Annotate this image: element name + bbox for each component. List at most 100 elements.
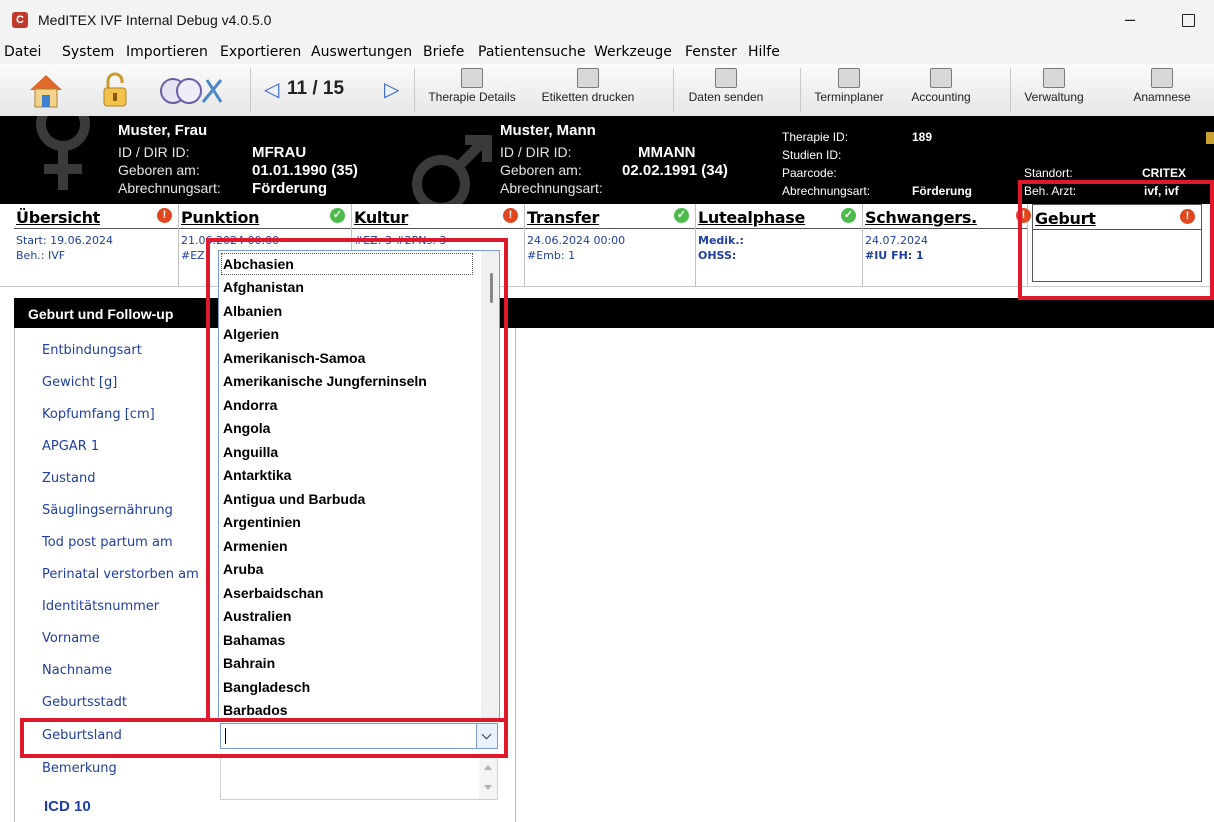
calendar-icon xyxy=(838,68,860,88)
tab-geburt[interactable]: Geburt ! xyxy=(1032,204,1202,282)
menu-bar: Datei System Importieren Exportieren Aus… xyxy=(0,40,1214,64)
menu-werkzeuge[interactable]: Werkzeuge xyxy=(594,44,672,60)
geburtsland-combobox[interactable] xyxy=(220,723,498,749)
tab-detail: #EZ xyxy=(181,249,205,262)
bemerkung-textarea[interactable] xyxy=(220,756,498,800)
menu-auswertungen[interactable]: Auswertungen xyxy=(311,44,412,60)
tab-title: Geburt xyxy=(1035,209,1096,228)
doctor: ivf, ivf xyxy=(1144,184,1179,198)
list-item[interactable]: Angola xyxy=(223,420,270,436)
list-item[interactable]: Bahamas xyxy=(223,632,285,648)
next-page-button[interactable]: ▷ xyxy=(384,77,399,102)
therapie-details-button[interactable]: Therapie Details xyxy=(420,66,524,114)
list-item[interactable]: Albanien xyxy=(223,303,282,319)
list-item[interactable]: Andorra xyxy=(223,397,277,413)
menu-importieren[interactable]: Importieren xyxy=(126,44,208,60)
tab-divider xyxy=(14,228,178,229)
error-status-icon: ! xyxy=(157,208,172,223)
anamnese-button[interactable]: Anamnese xyxy=(1124,66,1200,114)
tab-divider xyxy=(863,228,1027,229)
menu-datei[interactable]: Datei xyxy=(4,44,41,60)
tab-detail: Start: 19.06.2024 xyxy=(16,234,114,247)
list-item[interactable]: Armenien xyxy=(223,538,288,554)
ok-status-icon: ✓ xyxy=(674,208,689,223)
daten-senden-button[interactable]: Daten senden xyxy=(678,66,774,114)
list-item[interactable]: Abchasien xyxy=(223,256,294,272)
page-indicator: 11 / 15 xyxy=(287,78,345,99)
female-symbol-icon xyxy=(36,116,90,190)
lock-open-icon[interactable] xyxy=(100,70,130,110)
minimize-button[interactable]: – xyxy=(1118,8,1142,32)
field-label-geburtsstadt: Geburtsstadt xyxy=(42,695,127,710)
therapy-id-label: Therapie ID: xyxy=(782,130,849,144)
tab-detail: 21.06.2024 00:00 xyxy=(181,234,280,247)
list-item[interactable]: Argentinien xyxy=(223,514,301,530)
list-item[interactable]: Antarktika xyxy=(223,467,291,483)
verwaltung-button[interactable]: Verwaltung xyxy=(1016,66,1092,114)
pair-code-label: Paarcode: xyxy=(782,166,837,180)
menu-hilfe[interactable]: Hilfe xyxy=(748,44,780,60)
tab-divider xyxy=(179,228,351,229)
female-id-label: ID / DIR ID: xyxy=(118,144,190,160)
list-item[interactable]: Aruba xyxy=(223,561,263,577)
tab-divider xyxy=(352,228,524,229)
section-title: Geburt und Follow-up xyxy=(28,306,174,322)
scroll-down-icon[interactable] xyxy=(484,785,492,790)
maximize-icon xyxy=(1182,14,1195,27)
previous-page-button[interactable]: ◁ xyxy=(264,77,279,102)
menu-fenster[interactable]: Fenster xyxy=(685,44,737,60)
tab-detail: OHSS: xyxy=(698,249,737,262)
male-billing-label: Abrechnungsart: xyxy=(500,180,603,196)
ok-status-icon: ✓ xyxy=(330,208,345,223)
field-label-apgar: APGAR 1 xyxy=(42,439,100,454)
field-label-saeuglingsernaehrung: Säuglingsernährung xyxy=(42,503,173,518)
list-item[interactable]: Anguilla xyxy=(223,444,278,460)
tab-transfer[interactable]: Transfer ✓ 24.06.2024 00:00 #Emb: 1 xyxy=(525,204,696,286)
male-birth-label: Geboren am: xyxy=(500,162,582,178)
tab-detail: Beh.: IVF xyxy=(16,249,66,262)
list-item[interactable]: Afghanistan xyxy=(223,279,304,295)
list-item[interactable]: Algerien xyxy=(223,326,279,342)
chevron-down-icon[interactable] xyxy=(476,724,497,748)
list-item[interactable]: Barbados xyxy=(223,702,288,718)
list-item[interactable]: Bangladesch xyxy=(223,679,310,695)
field-label-nachname: Nachname xyxy=(42,663,112,678)
field-label-tod-post-partum: Tod post partum am xyxy=(42,535,173,550)
list-item[interactable]: Antigua und Barbuda xyxy=(223,491,365,507)
tab-title: Kultur xyxy=(354,208,409,227)
maximize-button[interactable] xyxy=(1176,8,1200,32)
app-logo-icon: C xyxy=(12,12,28,28)
patient-header: Muster, Frau ID / DIR ID: MFRAU Geboren … xyxy=(0,116,1214,204)
doctor-label: Beh. Arzt: xyxy=(1024,184,1077,198)
tab-lutealphase[interactable]: Lutealphase ✓ Medik.: OHSS: xyxy=(696,204,863,286)
menu-patientensuche[interactable]: Patientensuche xyxy=(478,44,586,60)
tab-uebersicht[interactable]: Übersicht ! Start: 19.06.2024 Beh.: IVF xyxy=(14,204,179,286)
bemerkung-scrollbar[interactable] xyxy=(479,757,497,799)
patients-icon[interactable] xyxy=(155,74,225,108)
study-id-label: Studien ID: xyxy=(782,148,842,162)
list-item[interactable]: Bahrain xyxy=(223,655,275,671)
anamnesis-icon xyxy=(1151,68,1173,88)
accounting-button[interactable]: Accounting xyxy=(898,66,984,114)
female-id: MFRAU xyxy=(252,144,307,161)
home-icon[interactable] xyxy=(26,70,66,110)
edit-pencil-icon[interactable] xyxy=(1206,132,1214,144)
tab-schwangerschaft[interactable]: Schwangers. ! 24.07.2024 #IU FH: 1 xyxy=(863,204,1031,286)
list-item[interactable]: Amerikanische Jungferninseln xyxy=(223,373,427,389)
dropdown-scrollbar[interactable] xyxy=(481,251,499,719)
scrollbar-thumb[interactable] xyxy=(490,273,493,303)
menu-briefe[interactable]: Briefe xyxy=(423,44,464,60)
scroll-up-icon[interactable] xyxy=(484,765,492,770)
terminplaner-button[interactable]: Terminplaner xyxy=(806,66,892,114)
list-item[interactable]: Aserbaidschan xyxy=(223,585,323,601)
country-dropdown-list[interactable]: Abchasien Afghanistan Albanien Algerien … xyxy=(218,250,500,720)
menu-system[interactable]: System xyxy=(62,44,114,60)
field-label-entbindungsart: Entbindungsart xyxy=(42,343,142,358)
menu-exportieren[interactable]: Exportieren xyxy=(220,44,301,60)
etiketten-drucken-button[interactable]: Etiketten drucken xyxy=(530,66,646,114)
list-item[interactable]: Amerikanisch-Samoa xyxy=(223,350,365,366)
error-status-icon: ! xyxy=(503,208,518,223)
list-item[interactable]: Australien xyxy=(223,608,291,624)
therapy-billing-label: Abrechnungsart: xyxy=(782,184,871,198)
female-billing-label: Abrechnungsart: xyxy=(118,180,221,196)
